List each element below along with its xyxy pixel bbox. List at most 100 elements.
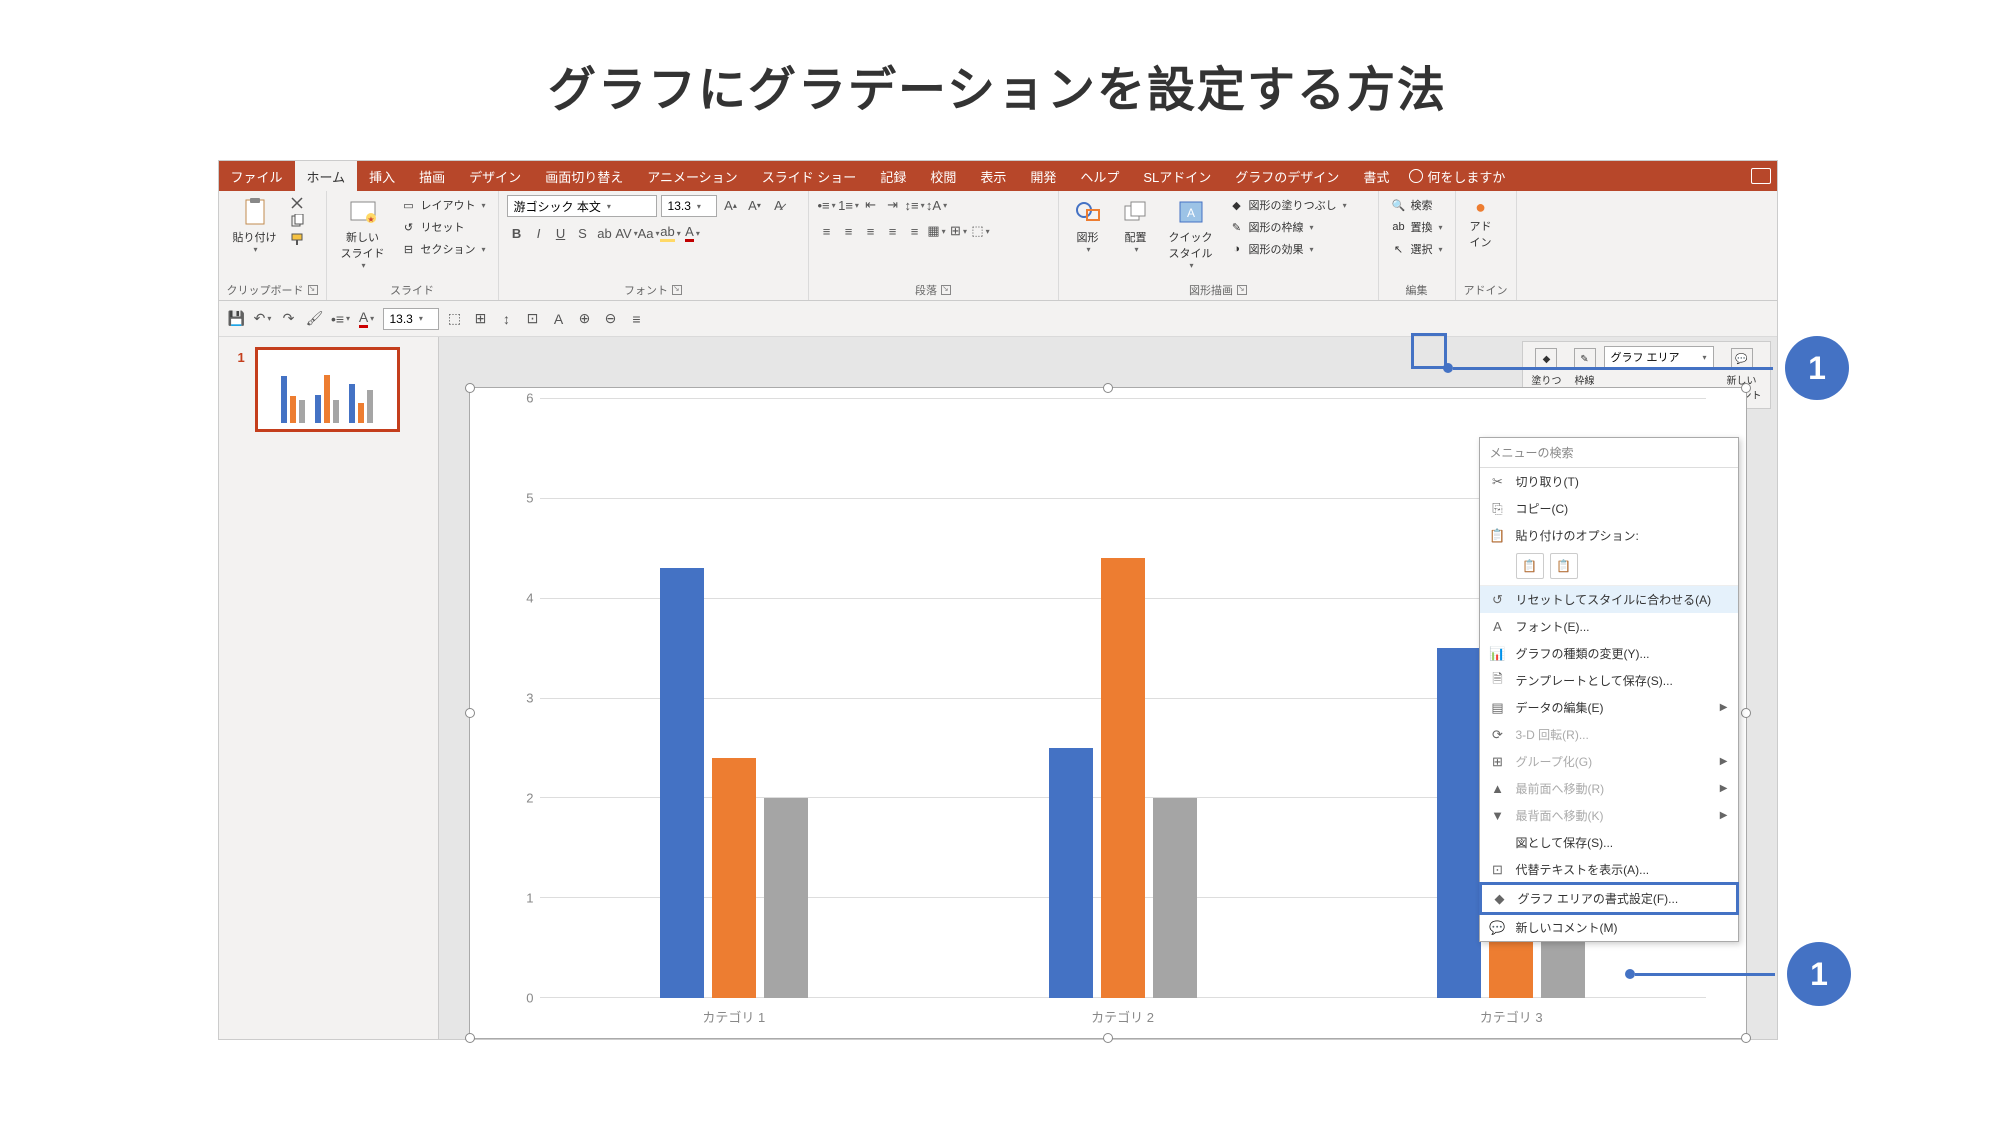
dialog-launcher-icon[interactable] [308, 285, 318, 295]
tab-help[interactable]: ヘルプ [1068, 161, 1131, 191]
format-painter-icon[interactable]: 🖌 [305, 309, 325, 329]
tab-file[interactable]: ファイル [219, 161, 295, 191]
bold-button[interactable]: B [507, 223, 527, 243]
align-text-button[interactable]: ⊞▾ [949, 221, 969, 241]
comment-icon[interactable] [1751, 168, 1771, 184]
new-slide-button[interactable]: ★ 新しい スライド ▾ [335, 195, 391, 272]
zoom-in-icon[interactable]: ⊕ [575, 309, 595, 329]
tab-insert[interactable]: 挿入 [357, 161, 407, 191]
replace-button[interactable]: ab置換▾ [1387, 217, 1447, 237]
tab-developer[interactable]: 開発 [1018, 161, 1068, 191]
chart-bar[interactable] [1101, 558, 1145, 998]
menu-reset-style[interactable]: ↺リセットしてスタイルに合わせる(A) [1480, 586, 1738, 613]
copy-icon[interactable] [289, 213, 305, 229]
slide-thumbnail-1[interactable]: 1 [255, 347, 400, 432]
dialog-launcher-icon[interactable] [672, 285, 682, 295]
smartart-button[interactable]: ⬚▾ [971, 221, 991, 241]
undo-icon[interactable]: ↶▾ [253, 309, 273, 329]
qat-icon-2[interactable]: ⊞ [471, 309, 491, 329]
tab-design[interactable]: デザイン [457, 161, 533, 191]
chart-bar[interactable] [712, 758, 756, 998]
qat-icon-5[interactable]: A [549, 309, 569, 329]
menu-edit-data[interactable]: ▤データの編集(E)▶ [1480, 694, 1738, 721]
tell-me[interactable]: 何をしますか [1409, 161, 1505, 191]
menu-cut[interactable]: ✂切り取り(T) [1480, 468, 1738, 495]
chart-bar[interactable] [764, 798, 808, 998]
qat-size-combo[interactable]: 13.3▾ [383, 308, 439, 330]
align-left-button[interactable]: ≡ [817, 221, 837, 241]
menu-font[interactable]: Aフォント(E)... [1480, 613, 1738, 640]
menu-search[interactable]: メニューの検索 [1480, 438, 1738, 468]
tab-format[interactable]: 書式 [1351, 161, 1401, 191]
numbering-button[interactable]: 1≡▾ [839, 195, 859, 215]
qat-more-icon[interactable]: ≡ [627, 309, 647, 329]
resize-handle[interactable] [465, 383, 475, 393]
strike-button[interactable]: S [573, 223, 593, 243]
arrange-button[interactable]: 配置▾ [1115, 195, 1157, 256]
line-spacing-button[interactable]: ↕≡▾ [905, 195, 925, 215]
spacing-button[interactable]: AV▾ [617, 223, 637, 243]
resize-handle[interactable] [1741, 1033, 1751, 1043]
menu-format-chart-area[interactable]: ◆グラフ エリアの書式設定(F)... [1482, 885, 1736, 912]
align-right-button[interactable]: ≡ [861, 221, 881, 241]
redo-icon[interactable]: ↷ [279, 309, 299, 329]
shadow-button[interactable]: ab [595, 223, 615, 243]
underline-button[interactable]: U [551, 223, 571, 243]
chart-bar[interactable] [1437, 648, 1481, 998]
section-button[interactable]: ⊟セクション▾ [397, 239, 490, 259]
resize-handle[interactable] [1741, 708, 1751, 718]
resize-handle[interactable] [1103, 1033, 1113, 1043]
select-button[interactable]: ↖選択▾ [1387, 239, 1447, 259]
tab-record[interactable]: 記録 [868, 161, 918, 191]
tab-slideshow[interactable]: スライド ショー [750, 161, 869, 191]
justify-button[interactable]: ≡ [883, 221, 903, 241]
shape-fill-button[interactable]: ◆図形の塗りつぶし▾ [1225, 195, 1351, 215]
italic-button[interactable]: I [529, 223, 549, 243]
bullets-button[interactable]: •≡▾ [817, 195, 837, 215]
chart-bar[interactable] [1049, 748, 1093, 998]
grow-font-icon[interactable]: A▴ [721, 195, 741, 215]
cut-icon[interactable] [289, 195, 305, 211]
shape-effects-button[interactable]: ◑図形の効果▾ [1225, 239, 1351, 259]
find-button[interactable]: 🔍検索 [1387, 195, 1447, 215]
reset-button[interactable]: ↺リセット [397, 217, 490, 237]
paste-button[interactable]: 貼り付け ▾ [227, 195, 283, 256]
font-color-icon[interactable]: A▾ [357, 309, 377, 329]
dialog-launcher-icon[interactable] [1237, 285, 1247, 295]
tab-home[interactable]: ホーム [295, 161, 358, 191]
dialog-launcher-icon[interactable] [941, 285, 951, 295]
font-color-button[interactable]: A▾ [683, 223, 703, 243]
save-icon[interactable]: 💾 [227, 309, 247, 329]
resize-handle[interactable] [465, 1033, 475, 1043]
menu-alt-text[interactable]: ⊡代替テキストを表示(A)... [1480, 856, 1738, 883]
font-name-combo[interactable]: 游ゴシック 本文▾ [507, 195, 657, 217]
paste-option-1[interactable]: 📋 [1516, 553, 1544, 579]
menu-save-template[interactable]: 🗎テンプレートとして保存(S)... [1480, 667, 1738, 694]
qat-icon-4[interactable]: ⊡ [523, 309, 543, 329]
menu-save-as-picture[interactable]: 図として保存(S)... [1480, 829, 1738, 856]
columns-button[interactable]: ▦▾ [927, 221, 947, 241]
tab-sladdin[interactable]: SLアドイン [1131, 161, 1223, 191]
tab-review[interactable]: 校閲 [918, 161, 968, 191]
tab-view[interactable]: 表示 [968, 161, 1018, 191]
format-painter-icon[interactable] [289, 231, 305, 247]
clear-formatting-icon[interactable]: A̷ [769, 195, 789, 215]
qat-icon-1[interactable]: ⬚ [445, 309, 465, 329]
menu-change-chart-type[interactable]: 📊グラフの種類の変更(Y)... [1480, 640, 1738, 667]
resize-handle[interactable] [465, 708, 475, 718]
menu-new-comment[interactable]: 💬新しいコメント(M) [1480, 914, 1738, 941]
indent-decrease-button[interactable]: ⇤ [861, 195, 881, 215]
zoom-out-icon[interactable]: ⊖ [601, 309, 621, 329]
tab-animations[interactable]: アニメーション [635, 161, 749, 191]
change-case-button[interactable]: Aa▾ [639, 223, 659, 243]
font-size-combo[interactable]: 13.3▾ [661, 195, 717, 217]
quick-styles-button[interactable]: A クイック スタイル▾ [1163, 195, 1219, 272]
shrink-font-icon[interactable]: A▾ [745, 195, 765, 215]
chart-bar[interactable] [660, 568, 704, 998]
text-direction-button[interactable]: ↕A▾ [927, 195, 947, 215]
align-center-button[interactable]: ≡ [839, 221, 859, 241]
tab-chart-design[interactable]: グラフのデザイン [1223, 161, 1351, 191]
paste-option-2[interactable]: 📋 [1550, 553, 1578, 579]
menu-copy[interactable]: ⎘コピー(C) [1480, 495, 1738, 522]
chart-bar[interactable] [1153, 798, 1197, 998]
